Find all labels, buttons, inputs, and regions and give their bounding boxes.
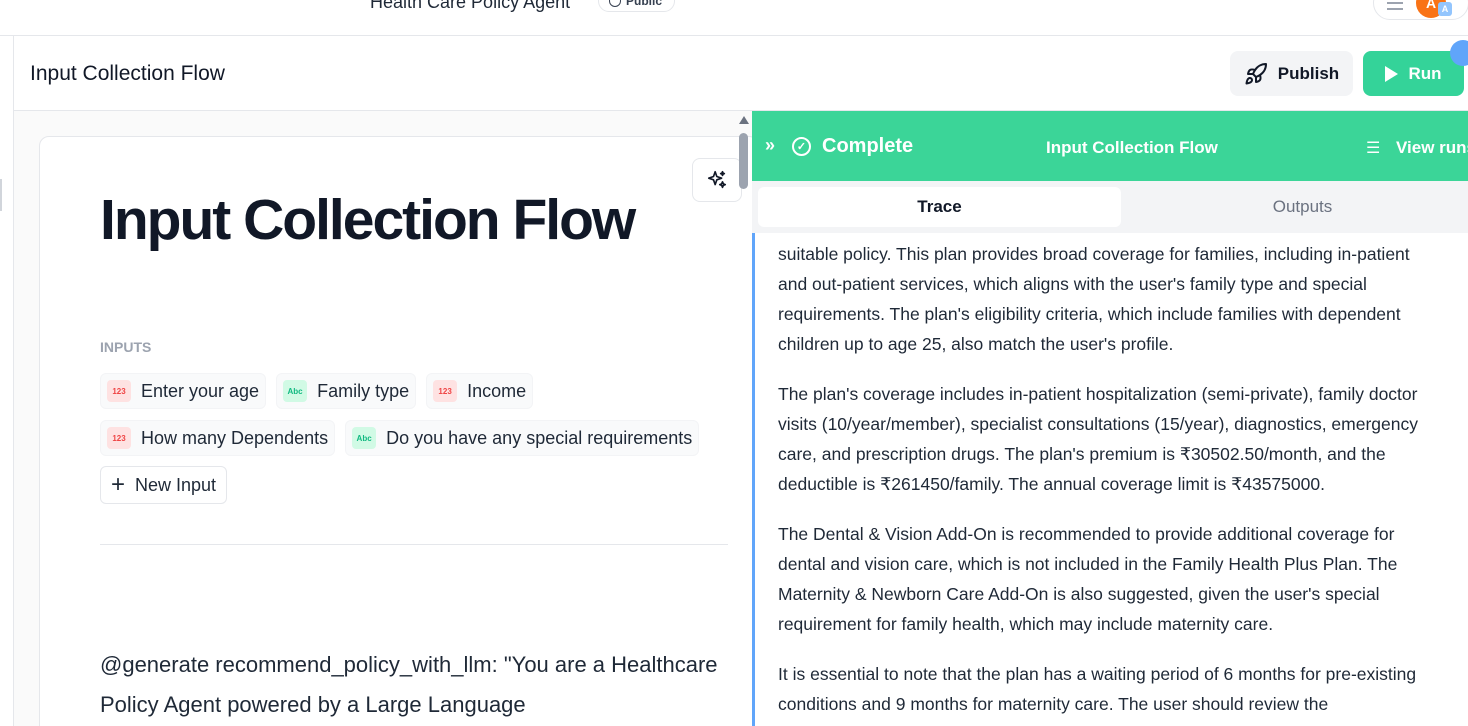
flow-header: Input Collection Flow Publish Run: [14, 36, 1468, 111]
play-icon: [1385, 65, 1399, 82]
prompt-text[interactable]: @generate recommend_policy_with_llm: "Yo…: [100, 645, 720, 725]
publish-label: Publish: [1277, 63, 1340, 83]
rocket-icon: [1245, 62, 1267, 84]
trace-paragraph: The Dental & Vision Add-On is recommende…: [778, 524, 1398, 634]
input-chip-dependents[interactable]: 123 How many Dependents: [100, 420, 336, 456]
run-button[interactable]: Run: [1363, 51, 1464, 96]
page-title: Input Collection Flow: [30, 62, 225, 85]
run-flow-name: Input Collection Flow: [1046, 138, 1218, 157]
inputs-row-2: 123 How many Dependents Abc Do you have …: [100, 420, 700, 456]
number-type-icon: 123: [433, 380, 458, 402]
trace-paragraph: It is essential to note that the plan ha…: [778, 664, 1417, 714]
divider: [100, 544, 728, 545]
run-label: Run: [1408, 63, 1442, 83]
trace-output: suitable policy. This plan provides broa…: [752, 233, 1468, 726]
list-icon[interactable]: ☰: [1366, 138, 1380, 158]
menu-icon[interactable]: [1387, 2, 1403, 10]
input-chip-income[interactable]: 123 Income: [426, 373, 534, 409]
inputs-heading: INPUTS: [100, 339, 152, 355]
plus-icon: +: [111, 471, 126, 498]
number-type-icon: 123: [107, 427, 131, 449]
agent-name[interactable]: Health Care Policy Agent: [370, 0, 570, 13]
globe-icon: [609, 0, 621, 7]
run-status-bar: » ✓ Complete Input Collection Flow ☰ Vie…: [752, 111, 1468, 181]
input-chip-special-requirements[interactable]: Abc Do you have any special requirements: [345, 420, 700, 456]
tab-outputs[interactable]: Outputs: [1121, 187, 1468, 227]
document-title[interactable]: Input Collection Flow: [100, 187, 636, 253]
check-circle-icon: ✓: [792, 137, 811, 156]
editor-pane: Input Collection Flow INPUTS 123 Enter y…: [14, 111, 752, 726]
new-input-button[interactable]: + New Input: [100, 466, 228, 504]
text-type-icon: Abc: [283, 380, 308, 402]
ai-assist-button[interactable]: [692, 158, 742, 202]
input-chip-label: Family type: [317, 380, 410, 401]
tab-trace[interactable]: Trace: [758, 187, 1121, 227]
sparkle-icon: [707, 170, 727, 189]
input-chip-label: Enter your age: [141, 380, 260, 401]
run-tabs: Trace Outputs: [752, 181, 1468, 233]
view-runs-link[interactable]: View runs: [1396, 138, 1468, 158]
collapse-panel-icon[interactable]: »: [765, 135, 775, 156]
visibility-label: Public: [626, 0, 663, 8]
input-chip-age[interactable]: 123 Enter your age: [100, 373, 267, 409]
visibility-badge[interactable]: Public: [598, 0, 676, 12]
scroll-up-arrow-icon[interactable]: [739, 116, 749, 124]
new-input-label: New Input: [135, 474, 217, 495]
top-bar: Health Care Policy Agent Public A A: [0, 0, 1468, 36]
scroll-thumb[interactable]: [739, 133, 748, 189]
trace-paragraph: The plan's coverage includes in-patient …: [778, 384, 1418, 494]
input-chip-label: Do you have any special requirements: [386, 427, 693, 448]
text-type-icon: Abc: [352, 427, 377, 449]
rail-handle[interactable]: [0, 179, 2, 211]
left-rail: [0, 36, 14, 726]
editor-scrollbar[interactable]: [736, 111, 752, 726]
trace-paragraph: suitable policy. This plan provides broa…: [778, 244, 1410, 354]
input-chip-label: How many Dependents: [141, 427, 329, 448]
inputs-row-1: 123 Enter your age Abc Family type 123 I…: [100, 373, 534, 409]
input-chip-label: Income: [467, 380, 527, 401]
publish-button[interactable]: Publish: [1230, 51, 1353, 96]
number-type-icon: 123: [107, 380, 131, 402]
input-chip-family-type[interactable]: Abc Family type: [276, 373, 417, 409]
run-status: Complete: [822, 135, 914, 157]
document-card: Input Collection Flow INPUTS 123 Enter y…: [39, 136, 752, 726]
run-panel: » ✓ Complete Input Collection Flow ☰ Vie…: [752, 111, 1468, 726]
avatar-badge: A: [1438, 2, 1452, 16]
